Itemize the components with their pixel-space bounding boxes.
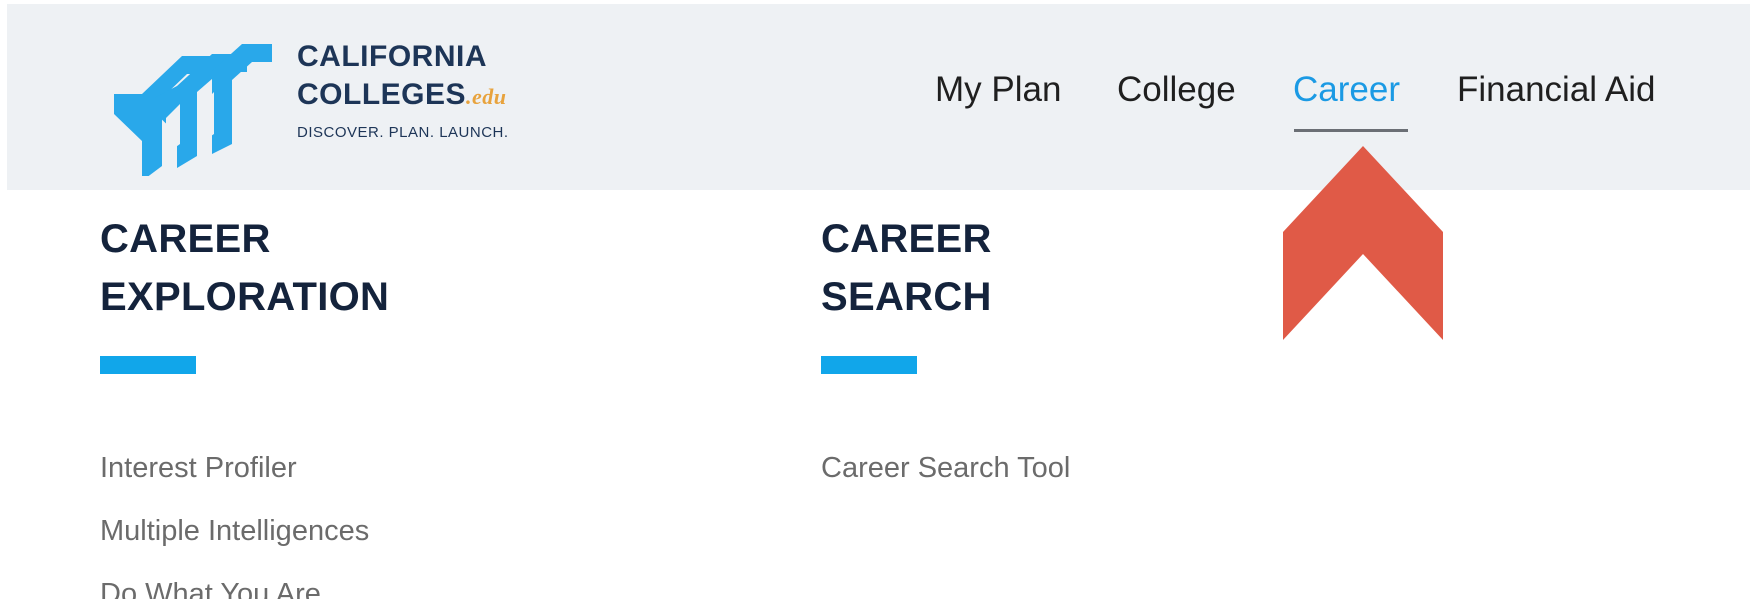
column-title-line-2: EXPLORATION: [100, 275, 390, 319]
link-career-search-tool[interactable]: Career Search Tool: [821, 437, 1070, 500]
link-multiple-intelligences[interactable]: Multiple Intelligences: [100, 500, 389, 563]
nav-financial-aid[interactable]: Financial Aid: [1457, 70, 1655, 110]
link-do-what-you-are[interactable]: Do What You Are: [100, 563, 389, 599]
column-title: CAREER EXPLORATION: [100, 210, 389, 326]
column-links: Career Search Tool: [821, 437, 1070, 500]
column-title: CAREER SEARCH: [821, 210, 1070, 326]
menu-column-career-exploration: CAREER EXPLORATION Interest Profiler Mul…: [100, 210, 389, 599]
column-accent-bar: [821, 356, 917, 374]
column-title-line-2: SEARCH: [821, 275, 992, 319]
column-links: Interest Profiler Multiple Intelligences…: [100, 437, 389, 599]
nav-my-plan[interactable]: My Plan: [935, 70, 1061, 110]
nav-career[interactable]: Career: [1293, 70, 1400, 110]
column-title-line-1: CAREER: [100, 217, 271, 261]
red-up-arrow-icon: [1283, 146, 1443, 340]
nav-college[interactable]: College: [1117, 70, 1236, 110]
link-interest-profiler[interactable]: Interest Profiler: [100, 437, 389, 500]
site-header: CALIFORNIA COLLEGES.edu DISCOVER. PLAN. …: [7, 4, 1750, 190]
main-nav: My Plan College Career Financial Aid: [7, 70, 1750, 130]
column-title-line-1: CAREER: [821, 217, 992, 261]
menu-column-career-search: CAREER SEARCH Career Search Tool: [821, 210, 1070, 500]
column-accent-bar: [100, 356, 196, 374]
active-nav-underline: [1294, 129, 1408, 132]
